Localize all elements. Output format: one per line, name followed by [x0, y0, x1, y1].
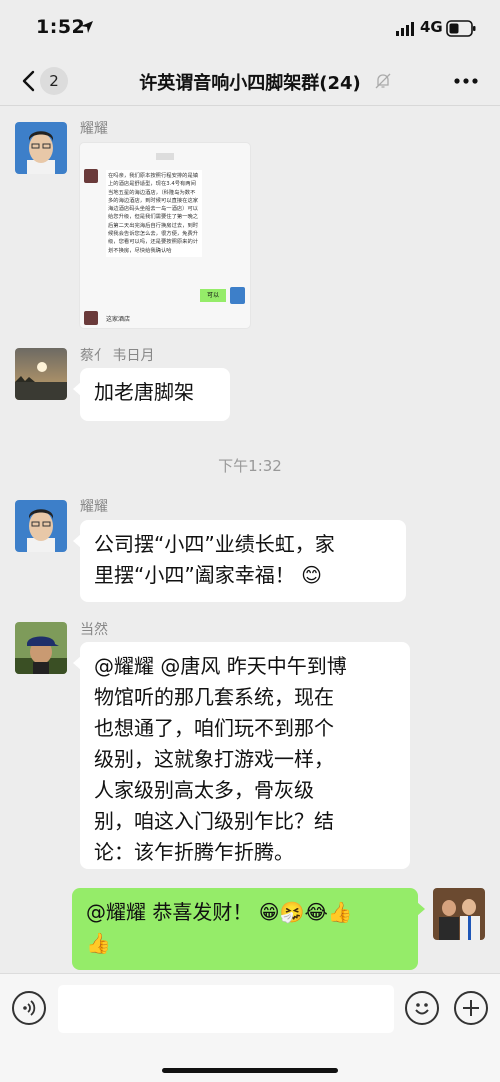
- message-bubble[interactable]: 加老唐脚架: [73, 368, 230, 421]
- message-line: 👍: [86, 931, 111, 955]
- avatar-portrait-icon: [15, 500, 67, 552]
- chevron-left-icon: [22, 70, 35, 92]
- avatar-cap-man-icon: [15, 622, 67, 674]
- message-line: @耀耀 @唐风 昨天中午到博: [94, 654, 347, 678]
- emoji-button[interactable]: [405, 991, 439, 1025]
- avatar-yaoyao[interactable]: [15, 122, 67, 174]
- voice-icon: [23, 1000, 36, 1016]
- message-bubble[interactable]: @耀耀 @唐风 昨天中午到博 物馆听的那几套系统，现在 也想通了，咱们玩不到那个…: [73, 642, 410, 869]
- image-avatar-thumb: [84, 169, 98, 183]
- message-line: 里摆“小四”阖家幸福！ 😊: [94, 563, 322, 587]
- avatar-dangran[interactable]: [15, 622, 67, 674]
- plus-icon: [463, 1000, 479, 1016]
- message-line: 物馆听的那几套系统，现在: [94, 685, 334, 709]
- sender-name: 耀耀: [80, 499, 108, 515]
- message-line: 也想通了，咱们玩不到那个: [94, 716, 334, 740]
- my-message-bubble[interactable]: @耀耀 恭喜发财！ 😁🤧😂👍 👍: [72, 888, 425, 970]
- battery-icon: [446, 20, 476, 37]
- message-line: 论：该乍折腾乍折腾。: [94, 840, 294, 864]
- image-message[interactable]: 在吗亲，我们原本按照行程安排的是镇上的酒店是舒适型，现在3.4号有两间当地五星的…: [80, 143, 250, 328]
- plus-button[interactable]: [454, 991, 488, 1025]
- message-line: @耀耀 恭喜发财！ 😁🤧😂👍: [86, 900, 353, 924]
- signal-bars-icon: [396, 22, 414, 36]
- image-reply-bubble: 可以: [200, 289, 226, 302]
- time-separator: 下午1:32: [218, 457, 282, 475]
- status-bar: 1:52 4G: [0, 0, 500, 56]
- avatar-cai[interactable]: [15, 348, 67, 400]
- chat-title: 许英谓音响小四脚架群(24): [139, 73, 361, 94]
- avatar-me[interactable]: [433, 888, 485, 940]
- sender-name: 耀耀: [80, 121, 108, 137]
- avatar-group-photo-icon: [433, 888, 485, 940]
- sender-name: 当然: [80, 622, 108, 638]
- avatar-yaoyao[interactable]: [15, 500, 67, 552]
- message-line: 公司摆“小四”业绩长虹，家: [94, 532, 335, 556]
- home-indicator: [162, 1068, 338, 1073]
- status-time: 1:52: [36, 16, 86, 38]
- more-dots-icon[interactable]: [446, 66, 486, 96]
- message-bubble[interactable]: 公司摆“小四”业绩长虹，家 里摆“小四”阖家幸福！ 😊: [73, 520, 406, 602]
- network-label: 4G: [420, 18, 443, 36]
- image-chat-text: 在吗亲，我们原本按照行程安排的是镇上的酒店是舒适型，现在3.4号有两间当地五星的…: [106, 170, 202, 257]
- avatar-portrait-icon: [15, 122, 67, 174]
- image-avatar-thumb-2: [84, 311, 98, 325]
- message-line: 别，咱这入门级别乍比？结: [94, 809, 334, 833]
- image-caption: 这家酒店: [106, 316, 131, 323]
- avatar-sunset-icon: [15, 348, 67, 400]
- message-input[interactable]: [58, 985, 394, 1033]
- message-line: 人家级别高太多，骨灰级: [94, 778, 314, 802]
- back-button[interactable]: 2: [12, 64, 76, 98]
- input-bar: [0, 973, 500, 1082]
- sender-name: 蔡亻 韦日月: [80, 348, 155, 364]
- nav-bar: 2 许英谓音响小四脚架群(24): [0, 56, 500, 106]
- emoji-icon: [415, 1003, 429, 1015]
- location-arrow-icon: [81, 21, 93, 33]
- message-line: 级别，这就象打游戏一样，: [94, 747, 334, 771]
- unread-count-badge: 2: [40, 67, 68, 95]
- image-timestamp-bar: [156, 153, 174, 160]
- bell-muted-icon: [375, 73, 391, 89]
- voice-button[interactable]: [12, 991, 46, 1025]
- image-avatar-thumb-right: [230, 287, 245, 304]
